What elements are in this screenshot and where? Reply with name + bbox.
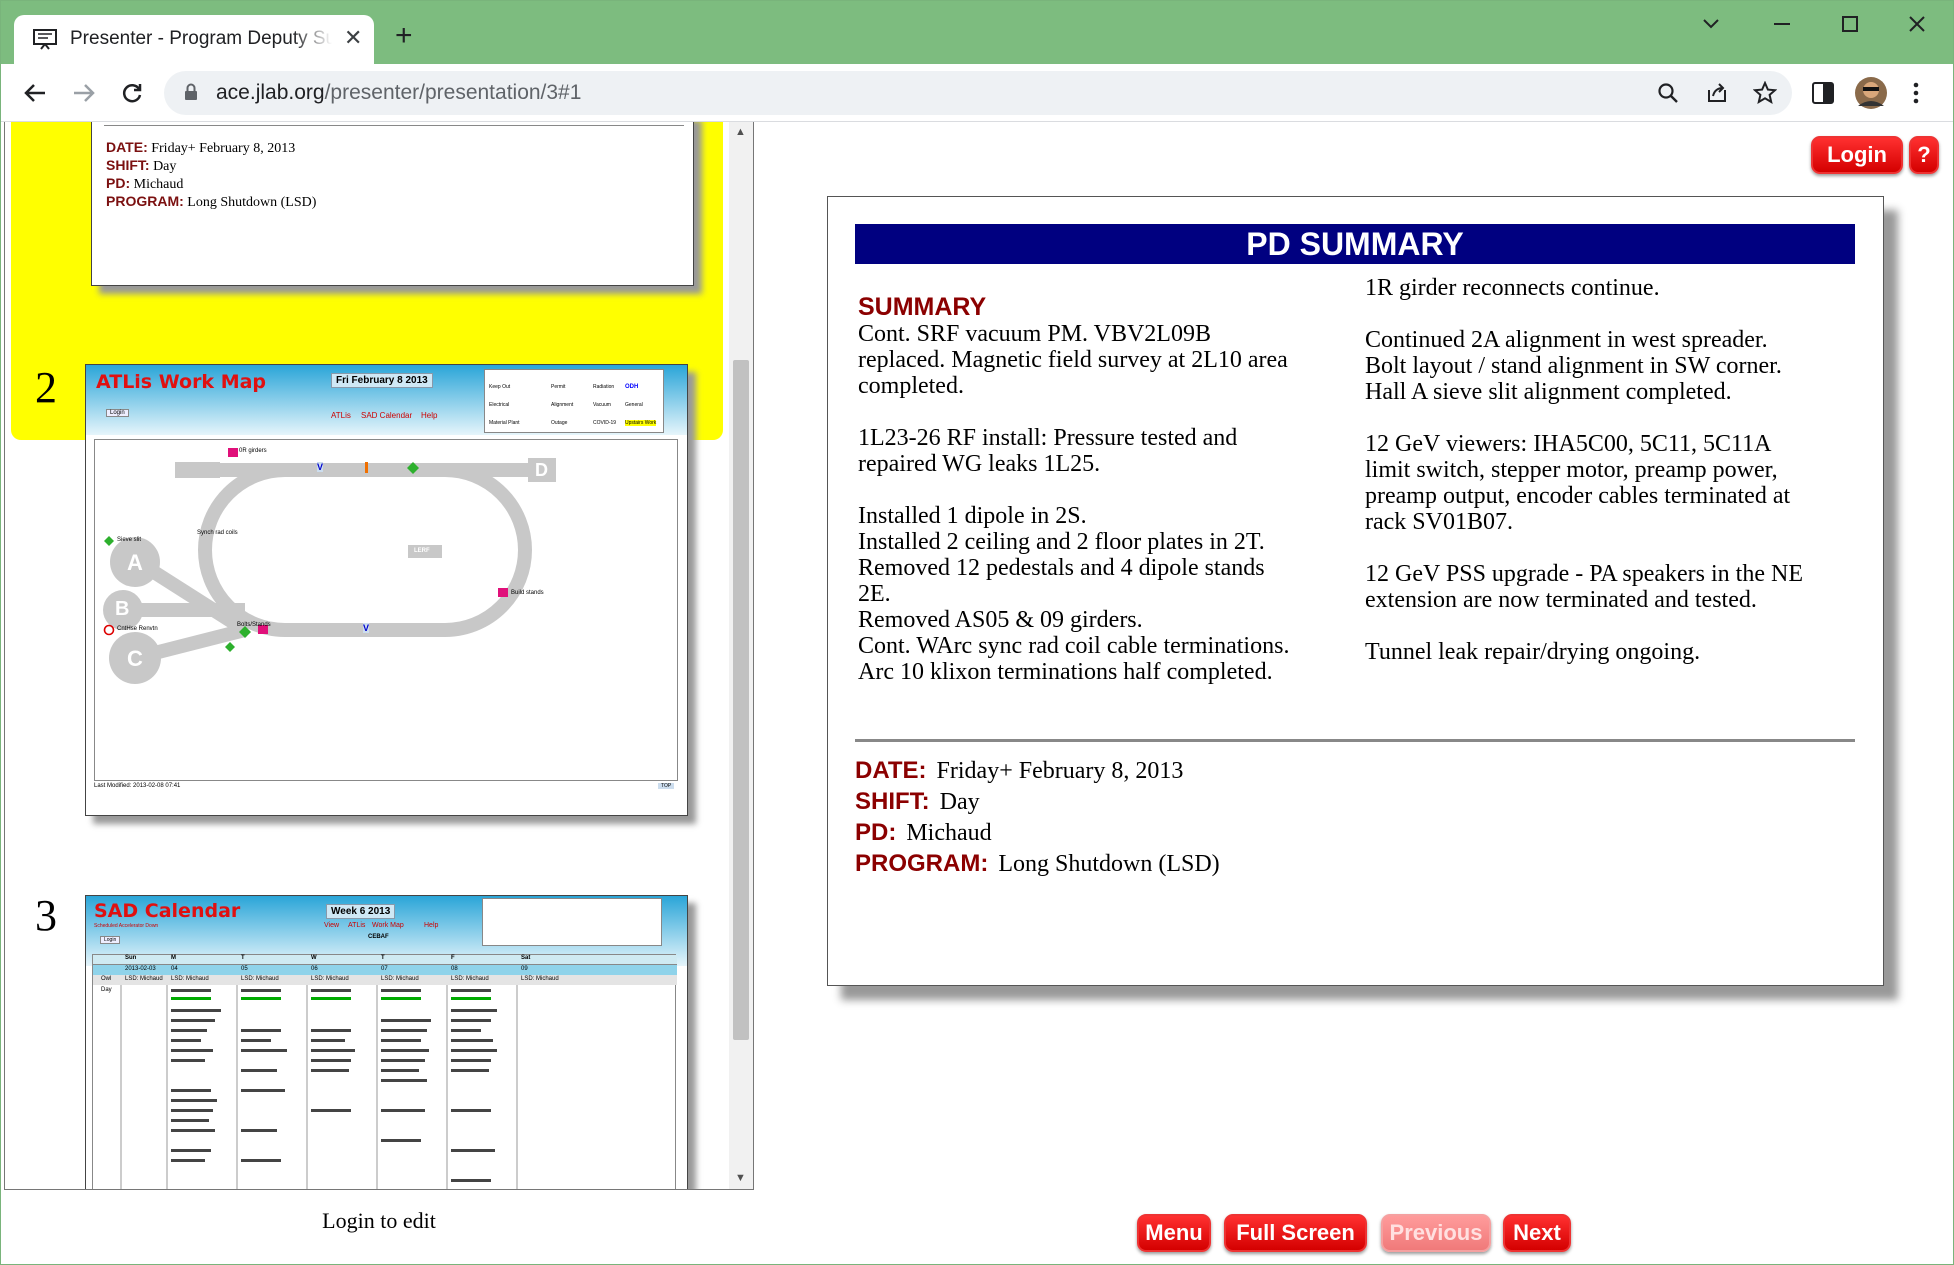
login-button[interactable]: Login xyxy=(1811,136,1903,174)
tab-search-icon[interactable] xyxy=(1696,11,1726,37)
divider xyxy=(104,125,684,126)
calendar-grid: Sun M T W T F Sat 2013-02-03 04 05 06 07… xyxy=(92,954,677,1189)
last-modified: Last Modified: 2013-02-08 07:41 xyxy=(94,783,181,789)
atlis-title: ATLis Work Map xyxy=(96,371,267,393)
zoom-search-icon[interactable] xyxy=(1656,81,1680,105)
full-screen-button[interactable]: Full Screen xyxy=(1224,1214,1367,1252)
scroll-down-arrow-icon[interactable]: ▼ xyxy=(735,1172,746,1184)
profile-avatar[interactable] xyxy=(1854,76,1888,110)
current-slide: PD SUMMARY SUMMARY Cont. SRF vacuum PM. … xyxy=(827,196,1884,986)
minimize-icon[interactable] xyxy=(1767,11,1797,37)
slide-banner: PD SUMMARY xyxy=(855,224,1855,264)
scrollbar-thumb[interactable] xyxy=(733,360,749,1040)
slide-thumbnail-3[interactable]: SAD Calendar Scheduled Accelerator Down … xyxy=(85,895,688,1189)
address-bar[interactable]: ace.jlab.org/presenter/presentation/3#1 xyxy=(164,71,1792,115)
presentation-icon xyxy=(33,29,57,50)
calendar-week: Week 6 2013 xyxy=(326,904,396,919)
tab-strip: Presenter - Program Deputy Summary ✕ + xyxy=(1,1,1953,65)
slide-thumbnail-2[interactable]: ATLis Work Map Fri February 8 2013 Login… xyxy=(85,364,688,816)
share-icon[interactable] xyxy=(1705,81,1729,105)
slide-pd: PD: Michaud xyxy=(855,819,992,846)
slide-program: PROGRAM: Long Shutdown (LSD) xyxy=(855,850,1220,877)
thumb-pd: PD: Michaud xyxy=(106,175,184,192)
maximize-icon[interactable] xyxy=(1835,11,1865,37)
more-menu-icon[interactable] xyxy=(1913,82,1919,104)
help-button[interactable]: ? xyxy=(1909,136,1939,174)
slide-number-2: 2 xyxy=(35,363,57,412)
slide-divider xyxy=(855,739,1855,742)
slide-list[interactable]: DATE: Friday+ February 8, 2013 SHIFT: Da… xyxy=(4,122,754,1190)
tab-title: Presenter - Program Deputy Summary xyxy=(70,28,332,49)
slide-date: DATE: Friday+ February 8, 2013 xyxy=(855,757,1184,784)
atlis-link-atlis: ATLis xyxy=(331,411,351,420)
page-content: DATE: Friday+ February 8, 2013 SHIFT: Da… xyxy=(1,122,1953,1264)
accelerator-map xyxy=(103,448,556,684)
calendar-entries xyxy=(120,985,518,1189)
work-map: 0R girders Sieve slit Synch rad coils LE… xyxy=(94,439,678,781)
browser-toolbar: ace.jlab.org/presenter/presentation/3#1 xyxy=(1,64,1953,122)
menu-button[interactable]: Menu xyxy=(1137,1214,1211,1252)
thumb-program: PROGRAM: Long Shutdown (LSD) xyxy=(106,193,317,210)
tab-presenter[interactable]: Presenter - Program Deputy Summary ✕ xyxy=(14,15,374,65)
slide-list-scrollbar[interactable]: ▲ ▼ xyxy=(729,122,753,1189)
forward-icon[interactable] xyxy=(67,76,101,110)
lock-icon xyxy=(185,83,197,100)
summary-left-column: Cont. SRF vacuum PM. VBV2L09B replaced. … xyxy=(858,321,1290,685)
atlis-login: Login xyxy=(106,409,129,417)
atlis-date: Fri February 8 2013 xyxy=(331,373,433,388)
next-button[interactable]: Next xyxy=(1503,1214,1571,1252)
new-tab-button[interactable]: + xyxy=(395,21,413,51)
browser-window: Presenter - Program Deputy Summary ✕ + xyxy=(0,0,1954,1265)
close-tab-icon[interactable]: ✕ xyxy=(344,26,362,50)
calendar-key xyxy=(482,898,662,946)
calendar-title: SAD Calendar xyxy=(94,900,241,922)
window-close-icon[interactable] xyxy=(1902,11,1932,37)
slide-shift: SHIFT: Day xyxy=(855,788,980,815)
slide-number-3: 3 xyxy=(35,891,57,940)
summary-right-column: 1R girder reconnects continue. Continued… xyxy=(1365,275,1803,665)
back-icon[interactable] xyxy=(18,76,52,110)
atlis-link-calendar: SAD Calendar xyxy=(361,411,413,420)
atlis-key: Keep Out Permit Radiation ODH Electrical… xyxy=(484,369,664,433)
thumb-date: DATE: Friday+ February 8, 2013 xyxy=(106,139,296,156)
bookmark-star-icon[interactable] xyxy=(1753,81,1777,105)
url-text: ace.jlab.org/presenter/presentation/3#1 xyxy=(216,81,582,104)
reload-icon[interactable] xyxy=(115,76,149,110)
side-panel-icon[interactable] xyxy=(1812,82,1834,104)
slide-thumbnail-1[interactable]: DATE: Friday+ February 8, 2013 SHIFT: Da… xyxy=(91,122,694,286)
thumb-shift: SHIFT: Day xyxy=(106,157,177,174)
summary-heading: SUMMARY xyxy=(858,293,987,321)
top-link: TOP xyxy=(658,783,675,789)
scroll-up-arrow-icon[interactable]: ▲ xyxy=(735,126,746,138)
atlis-link-help: Help xyxy=(421,411,438,420)
previous-button[interactable]: Previous xyxy=(1381,1214,1491,1252)
login-to-edit-text: Login to edit xyxy=(322,1208,436,1233)
